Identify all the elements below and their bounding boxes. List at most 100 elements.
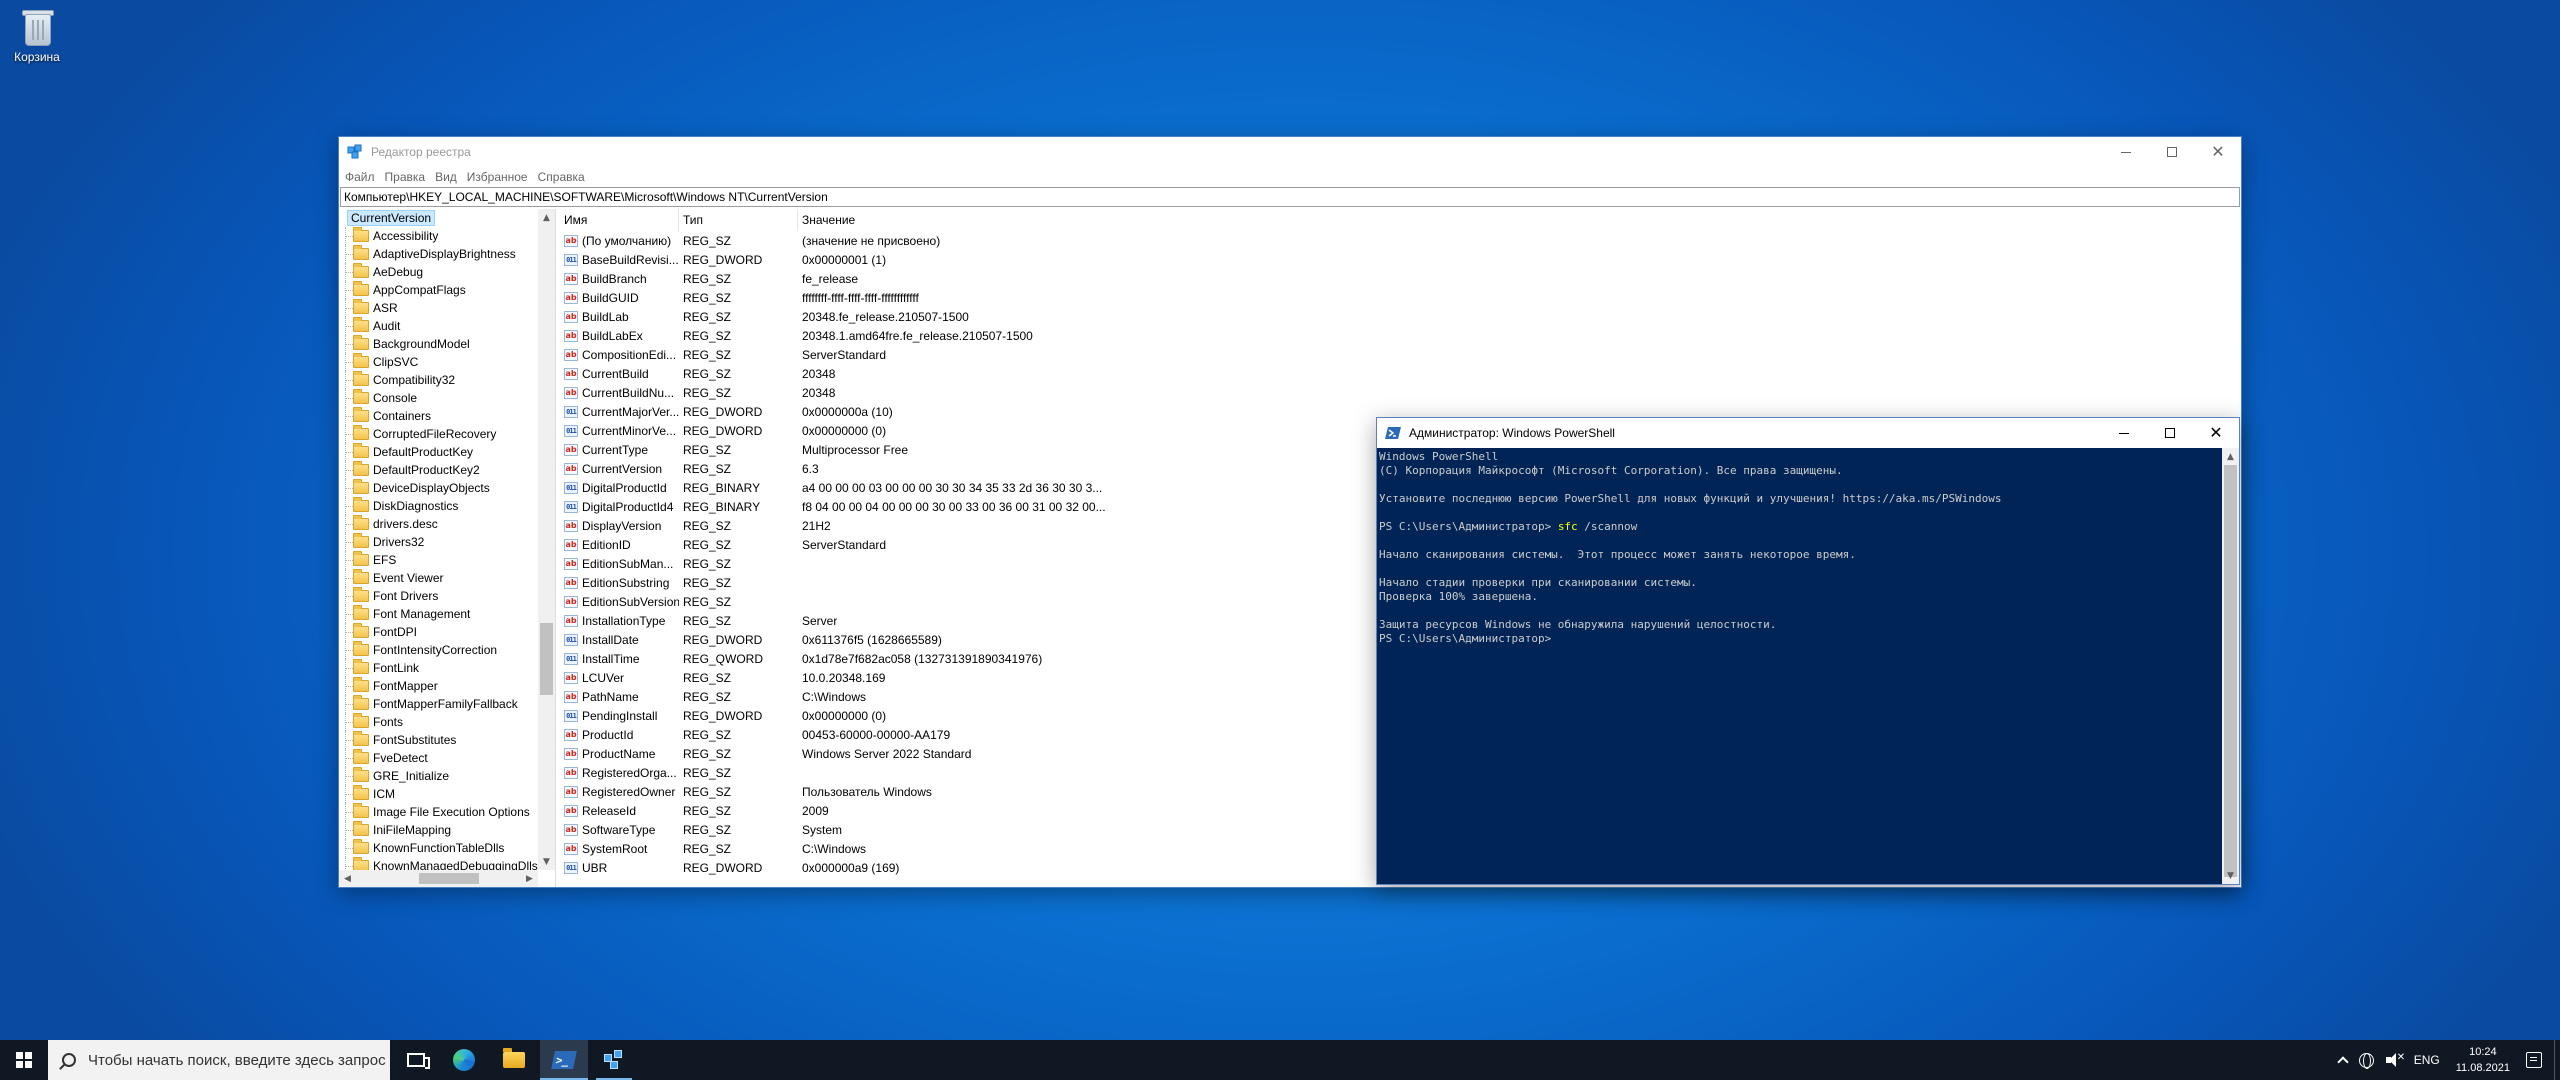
language-indicator[interactable]: ENG — [2408, 1053, 2446, 1067]
tree-item[interactable]: FontDPI — [339, 623, 538, 641]
address-bar[interactable]: Компьютер\HKEY_LOCAL_MACHINE\SOFTWARE\Mi… — [340, 187, 2240, 207]
recycle-bin-desktop-icon[interactable]: Корзина — [4, 6, 70, 64]
value-row[interactable]: 011 BaseBuildRevisi... REG_DWORD 0x00000001… — [560, 250, 2241, 269]
tree-item[interactable]: Containers — [339, 407, 538, 425]
regedit-minimize-button[interactable] — [2103, 137, 2149, 167]
tree-item[interactable]: GRE_Initialize — [339, 767, 538, 785]
show-desktop-button[interactable] — [2554, 1040, 2560, 1080]
tree-item[interactable]: DiskDiagnostics — [339, 497, 538, 515]
powershell-maximize-button[interactable] — [2147, 418, 2193, 448]
column-header-name[interactable]: Имя — [560, 209, 679, 231]
menu-edit[interactable]: Правка — [385, 170, 426, 184]
tree-item[interactable]: Audit — [339, 317, 538, 335]
value-row[interactable]: ab (По умолчанию) REG_SZ (значение не присв… — [560, 231, 2241, 250]
tree-item[interactable]: ICM — [339, 785, 538, 803]
value-data: 10.0.20348.169 — [802, 670, 886, 685]
powershell-close-button[interactable]: ✕ — [2193, 418, 2239, 448]
menu-file[interactable]: Файл — [345, 170, 375, 184]
menu-help[interactable]: Справка — [538, 170, 585, 184]
powershell-minimize-button[interactable] — [2101, 418, 2147, 448]
powershell-taskbar-button[interactable]: >_ — [540, 1040, 588, 1080]
tree-item[interactable]: AeDebug — [339, 263, 538, 281]
show-hidden-icons-button[interactable] — [2333, 1054, 2353, 1068]
value-row[interactable]: ab CompositionEdi... REG_SZ ServerStandard — [560, 345, 2241, 364]
taskbar-search-box[interactable]: Чтобы начать поиск, введите здесь запрос — [48, 1040, 390, 1080]
console-output[interactable]: Windows PowerShell (C) Корпорация Майкрос… — [1379, 450, 2219, 884]
tree-scroll-thumb[interactable] — [540, 623, 553, 695]
regedit-maximize-button[interactable] — [2149, 137, 2195, 167]
value-name: RegisteredOrga... — [582, 765, 677, 780]
tree-item[interactable]: FveDetect — [339, 749, 538, 767]
console-scrollbar[interactable]: ▲ ▼ — [2222, 448, 2239, 884]
tree-item[interactable]: drivers.desc — [339, 515, 538, 533]
tree-item[interactable]: FontSubstitutes — [339, 731, 538, 749]
tree-item[interactable]: KnownManagedDebuggingDlls — [339, 857, 538, 870]
edge-taskbar-button[interactable] — [440, 1040, 488, 1080]
tree-item[interactable]: DeviceDisplayObjects — [339, 479, 538, 497]
regedit-close-button[interactable]: ✕ — [2195, 137, 2241, 167]
value-name: EditionSubstring — [582, 575, 670, 590]
tree-item[interactable]: IniFileMapping — [339, 821, 538, 839]
value-row[interactable]: ab CurrentBuild REG_SZ 20348 — [560, 364, 2241, 383]
tree-item[interactable]: FontMapperFamilyFallback — [339, 695, 538, 713]
value-row[interactable]: ab BuildLab REG_SZ 20348.fe_release.210507-… — [560, 307, 2241, 326]
tree-item[interactable]: DefaultProductKey2 — [339, 461, 538, 479]
value-row[interactable]: ab BuildLabEx REG_SZ 20348.1.amd64fre.fe_re… — [560, 326, 2241, 345]
tree-item[interactable]: ASR — [339, 299, 538, 317]
scroll-left-icon[interactable]: ◀ — [339, 870, 356, 887]
start-button[interactable] — [0, 1040, 48, 1080]
tree-hscroll-thumb[interactable] — [419, 873, 479, 884]
tree-item[interactable]: Drivers32 — [339, 533, 538, 551]
tree-item-selected[interactable]: CurrentVersion — [339, 209, 538, 227]
menu-favorites[interactable]: Избранное — [467, 170, 528, 184]
scroll-right-icon[interactable]: ▶ — [521, 870, 538, 887]
key-tree-pane[interactable]: CurrentVersion Accessibility AdaptiveDisp… — [339, 209, 556, 887]
value-type: REG_SZ — [683, 765, 732, 780]
scroll-up-icon[interactable]: ▲ — [538, 209, 555, 226]
powershell-window[interactable]: Администратор: Windows PowerShell ✕ Wind… — [1376, 417, 2240, 885]
tree-item-label: FontLink — [373, 661, 420, 675]
value-row[interactable]: ab BuildGUID REG_SZ ffffffff-ffff-ffff-ffff… — [560, 288, 2241, 307]
volume-button[interactable]: ✕ — [2380, 1052, 2408, 1067]
regedit-taskbar-button[interactable] — [590, 1040, 638, 1080]
tree-item[interactable]: EFS — [339, 551, 538, 569]
tree-item[interactable]: KnownFunctionTableDlls — [339, 839, 538, 857]
column-header-type[interactable]: Тип — [679, 209, 798, 231]
scroll-down-icon[interactable]: ▼ — [538, 853, 555, 870]
menu-view[interactable]: Вид — [435, 170, 457, 184]
tree-item[interactable]: DefaultProductKey — [339, 443, 538, 461]
tree-item[interactable]: Accessibility — [339, 227, 538, 245]
tree-item[interactable]: Console — [339, 389, 538, 407]
tree-item[interactable]: BackgroundModel — [339, 335, 538, 353]
tree-item[interactable]: Event Viewer — [339, 569, 538, 587]
console-scroll-thumb[interactable] — [2224, 465, 2237, 877]
scroll-down-icon[interactable]: ▼ — [2222, 867, 2239, 884]
tree-vertical-scrollbar[interactable]: ▲ ▼ — [538, 209, 555, 870]
scroll-up-icon[interactable]: ▲ — [2222, 448, 2239, 465]
tree-item[interactable]: ClipSVC — [339, 353, 538, 371]
tree-item[interactable]: FontLink — [339, 659, 538, 677]
clock[interactable]: 10:24 11.08.2021 — [2446, 1044, 2520, 1076]
tree-item[interactable]: Image File Execution Options — [339, 803, 538, 821]
tree-item[interactable]: AppCompatFlags — [339, 281, 538, 299]
value-row[interactable]: ab CurrentBuildNu... REG_SZ 20348 — [560, 383, 2241, 402]
file-explorer-taskbar-button[interactable] — [490, 1040, 538, 1080]
value-row[interactable]: ab BuildBranch REG_SZ fe_release — [560, 269, 2241, 288]
task-view-button[interactable] — [392, 1040, 440, 1080]
folder-icon — [353, 227, 369, 242]
regedit-titlebar[interactable]: Редактор реестра ✕ — [339, 137, 2241, 167]
tree-horizontal-scrollbar[interactable]: ◀ ▶ — [339, 870, 538, 887]
tree-item[interactable]: Compatibility32 — [339, 371, 538, 389]
tree-item[interactable]: Font Drivers — [339, 587, 538, 605]
notifications-button[interactable] — [2520, 1052, 2548, 1068]
tree-item[interactable]: FontIntensityCorrection — [339, 641, 538, 659]
tree-item[interactable]: CorruptedFileRecovery — [339, 425, 538, 443]
console-area[interactable]: Windows PowerShell (C) Корпорация Майкрос… — [1377, 448, 2239, 884]
network-button[interactable] — [2353, 1052, 2380, 1069]
tree-item[interactable]: Fonts — [339, 713, 538, 731]
tree-item[interactable]: AdaptiveDisplayBrightness — [339, 245, 538, 263]
powershell-titlebar[interactable]: Администратор: Windows PowerShell ✕ — [1377, 418, 2239, 448]
column-header-value[interactable]: Значение — [798, 209, 1098, 231]
tree-item[interactable]: Font Management — [339, 605, 538, 623]
tree-item[interactable]: FontMapper — [339, 677, 538, 695]
